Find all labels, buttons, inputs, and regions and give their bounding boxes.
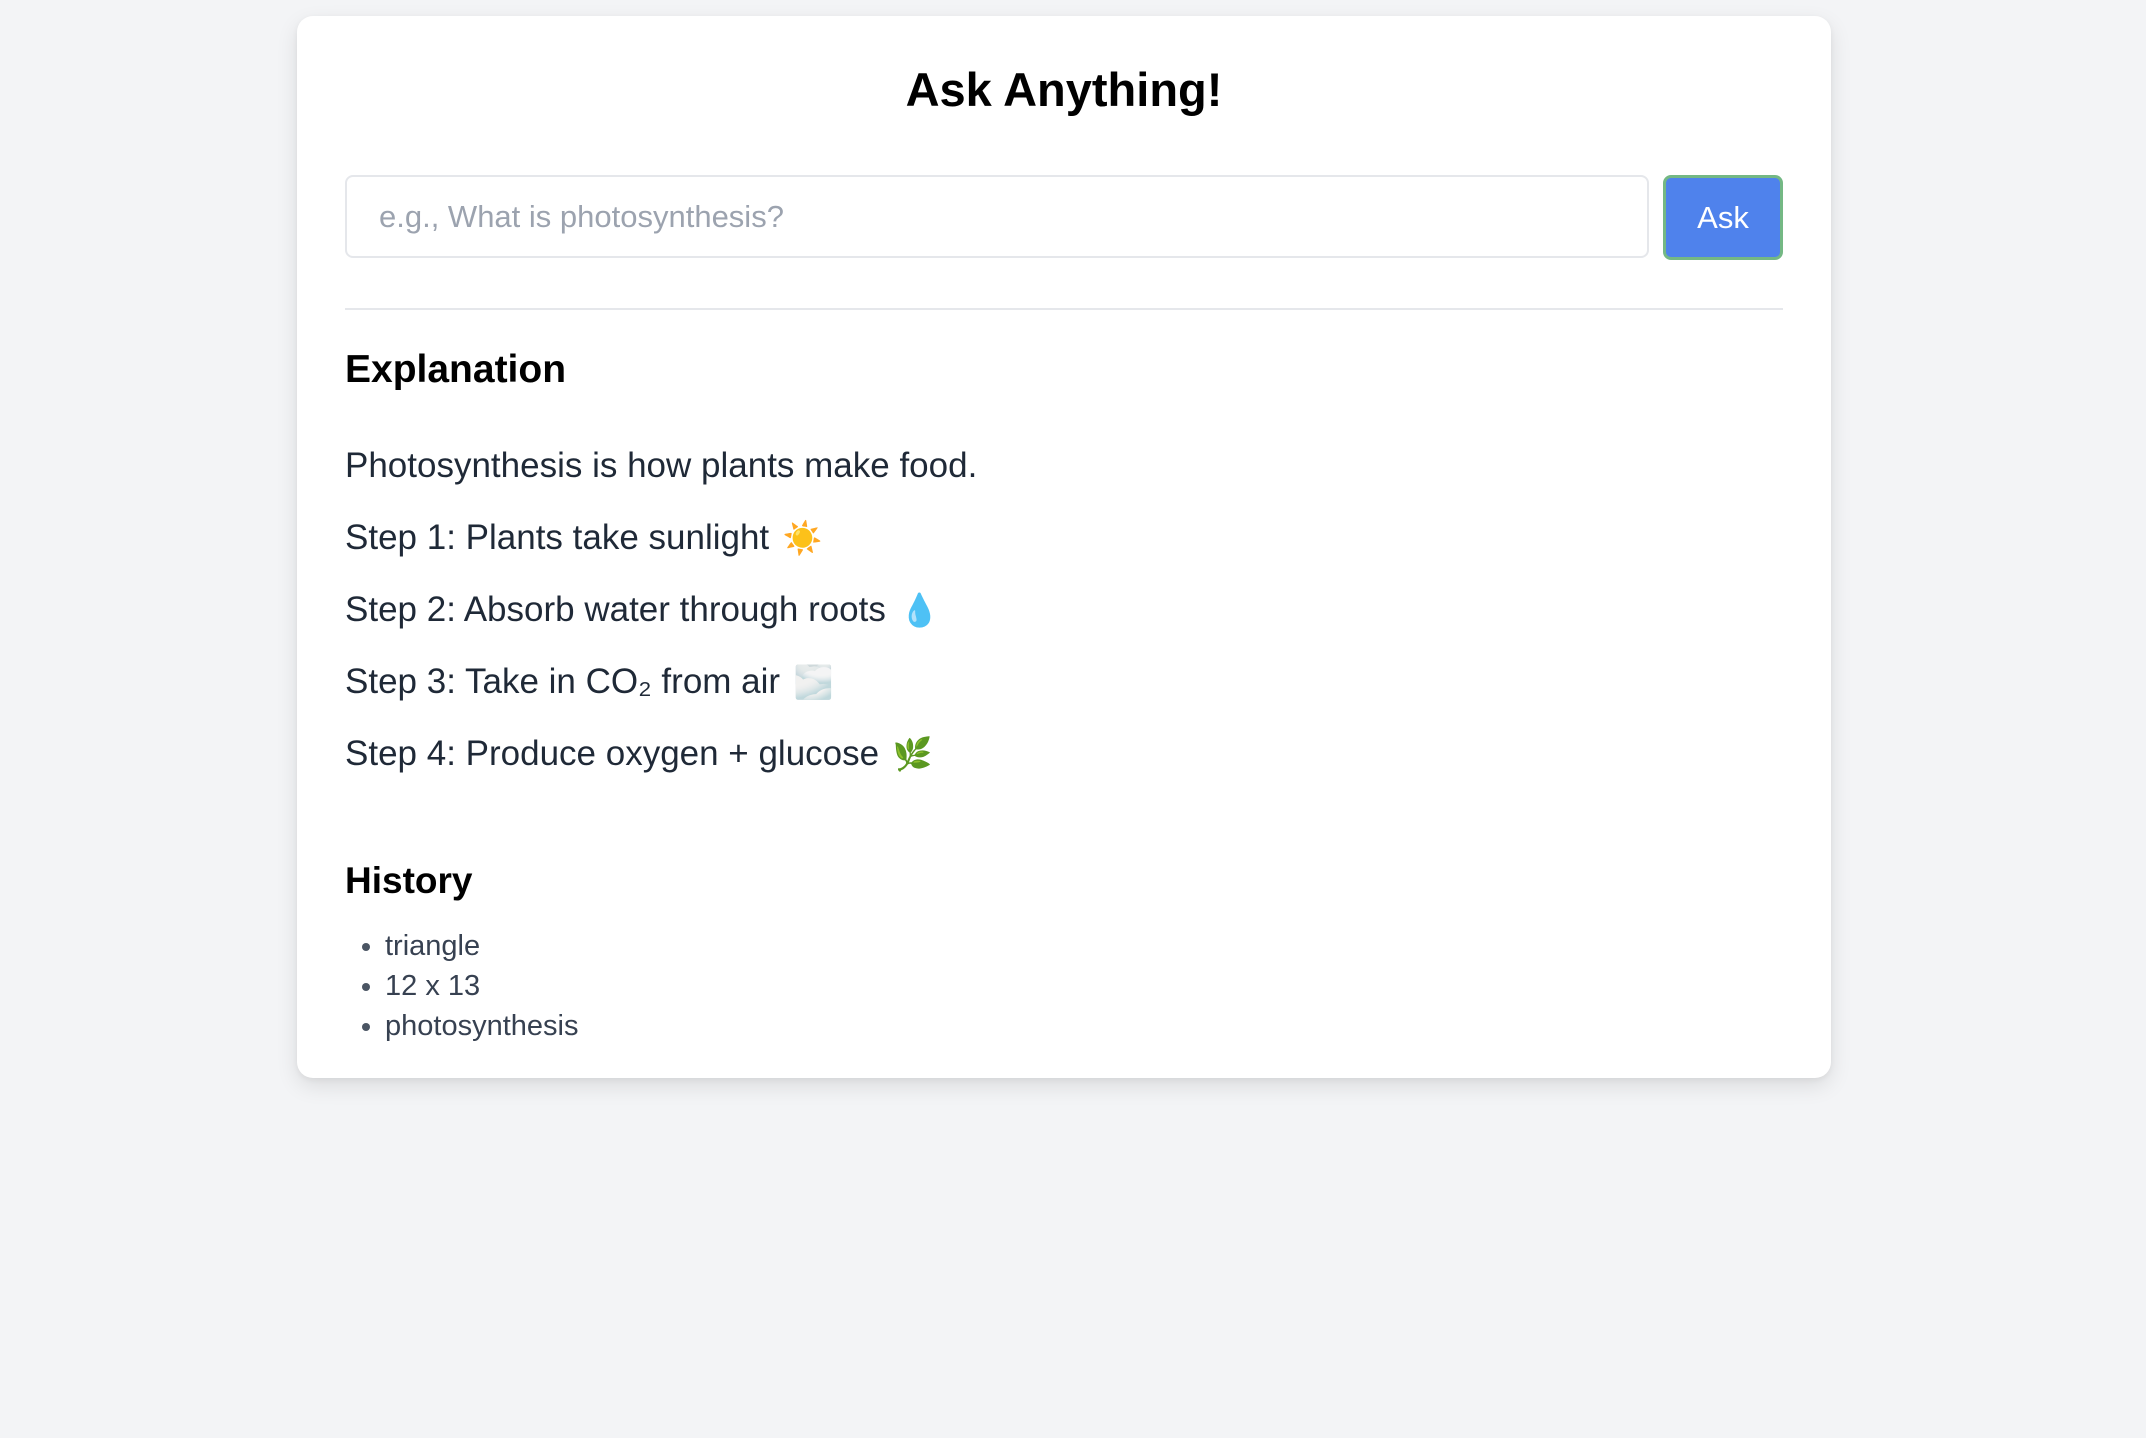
explanation-text: Photosynthesis is how plants make food.: [345, 446, 978, 485]
ask-button[interactable]: Ask: [1663, 175, 1783, 260]
explanation-text: Step 3: Take in CO₂ from air: [345, 662, 781, 701]
page-title: Ask Anything!: [905, 63, 1223, 116]
explanation-line: Step 3: Take in CO₂ from air 🌫️: [345, 646, 977, 718]
explanation-text: Step 1: Plants take sunlight: [345, 518, 770, 557]
explanation-heading: Explanation: [345, 348, 567, 391]
explanation-line: Photosynthesis is how plants make food.: [345, 430, 977, 502]
explanation-line: Step 1: Plants take sunlight ☀️: [345, 502, 977, 574]
explanation-list: Photosynthesis is how plants make food. …: [345, 430, 977, 790]
fog-icon: 🌫️: [793, 664, 834, 700]
question-input[interactable]: [345, 175, 1649, 258]
ask-form: Ask: [345, 175, 1783, 260]
explanation-text: Step 2: Absorb water through roots: [345, 590, 886, 629]
history-list: triangle 12 x 13 photosynthesis: [345, 926, 578, 1046]
water-drop-icon: 💧: [899, 592, 940, 628]
main-card: Ask Anything! Ask Explanation Photosynth…: [297, 16, 1831, 1078]
explanation-text: Step 4: Produce oxygen + glucose: [345, 734, 880, 773]
explanation-line: Step 4: Produce oxygen + glucose 🌿: [345, 718, 977, 790]
divider: [345, 308, 1783, 310]
history-heading: History: [345, 860, 473, 901]
history-item[interactable]: photosynthesis: [385, 1006, 578, 1046]
history-item[interactable]: triangle: [385, 926, 578, 966]
sun-icon: ☀️: [782, 520, 823, 556]
leaf-icon: 🌿: [892, 736, 933, 772]
history-item[interactable]: 12 x 13: [385, 966, 578, 1006]
explanation-line: Step 2: Absorb water through roots 💧: [345, 574, 977, 646]
